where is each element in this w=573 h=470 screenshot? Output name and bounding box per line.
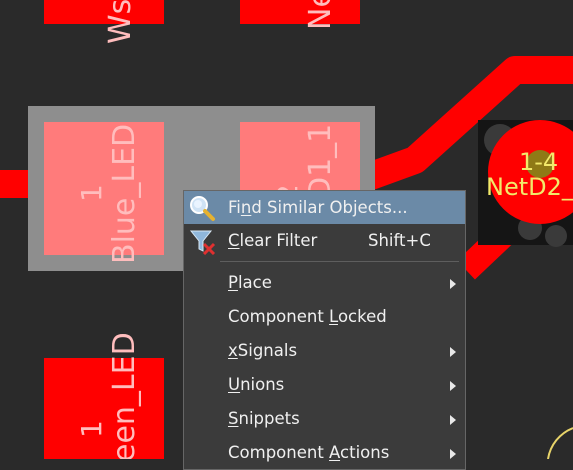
menu-item-label: Snippets	[228, 409, 300, 428]
label-mnemonic: P	[228, 273, 238, 292]
pad-d1-name: D1_1	[303, 124, 338, 200]
context-menu: Find Similar Objects... Clear Filter Shift…	[183, 190, 466, 470]
pad-top-left-label: Ws	[103, 0, 138, 44]
menu-separator	[220, 261, 459, 262]
submenu-arrow-icon	[450, 347, 456, 357]
label-mnemonic: A	[329, 443, 341, 462]
menu-item-label: xSignals	[228, 341, 297, 360]
label-suffix: nions	[240, 375, 285, 394]
menu-item-component-locked[interactable]: Component Locked	[184, 300, 465, 333]
label-prefix: Component	[228, 307, 330, 326]
label-mnemonic: U	[228, 375, 241, 394]
menu-item-label: Component Actions	[228, 443, 389, 462]
label-suffix: lear Filter	[239, 231, 318, 250]
magnifier-icon	[187, 194, 217, 222]
pad-green-led-name: een_LED	[107, 332, 142, 459]
via-label-2: NetD2_	[486, 173, 573, 201]
label-prefix: Fi	[228, 198, 241, 217]
menu-item-snippets[interactable]: Snippets	[184, 402, 465, 435]
label-mnemonic: n	[240, 198, 252, 217]
menu-item-unions[interactable]: Unions	[184, 368, 465, 401]
pad-green-led-pin: 1	[75, 420, 108, 438]
clear-filter-icon	[187, 227, 217, 256]
label-suffix: Signals	[237, 341, 298, 360]
pad-top-right[interactable]	[240, 0, 360, 24]
label-suffix: d Similar Objects...	[251, 198, 408, 217]
menu-item-find-similar-objects[interactable]: Find Similar Objects...	[184, 191, 465, 224]
label-mnemonic: L	[329, 307, 338, 326]
via-label-1: 1-4	[519, 148, 558, 176]
label-prefix: Component	[228, 443, 330, 462]
outline-arc	[547, 427, 573, 459]
menu-item-shortcut: Shift+C	[368, 231, 431, 250]
label-mnemonic: x	[228, 341, 238, 360]
menu-item-component-actions[interactable]: Component Actions	[184, 436, 465, 469]
label-suffix: lace	[237, 273, 272, 292]
label-suffix: ocked	[337, 307, 387, 326]
submenu-arrow-icon	[450, 279, 456, 289]
label-suffix: nippets	[238, 409, 300, 428]
menu-item-label: Find Similar Objects...	[228, 198, 408, 217]
label-mnemonic: S	[228, 409, 239, 428]
pad-blue-led-pin: 1	[75, 184, 108, 202]
menu-item-clear-filter[interactable]: Clear Filter Shift+C	[184, 224, 465, 257]
pad-blue-led-name: Blue_LED	[107, 124, 142, 264]
footprint-hole-3	[545, 225, 567, 247]
submenu-arrow-icon	[450, 381, 456, 391]
submenu-arrow-icon	[450, 449, 456, 459]
submenu-arrow-icon	[450, 415, 456, 425]
label-suffix: ctions	[340, 443, 390, 462]
label-mnemonic: C	[228, 231, 240, 250]
menu-item-label: Component Locked	[228, 307, 387, 326]
pad-green-led[interactable]	[44, 358, 164, 459]
menu-item-label: Place	[228, 273, 272, 292]
pad-top-right-label: Ne	[303, 0, 338, 30]
menu-item-label: Unions	[228, 375, 284, 394]
menu-item-label: Clear Filter	[228, 231, 317, 250]
menu-item-xsignals[interactable]: xSignals	[184, 334, 465, 367]
menu-item-place[interactable]: Place	[184, 266, 465, 299]
